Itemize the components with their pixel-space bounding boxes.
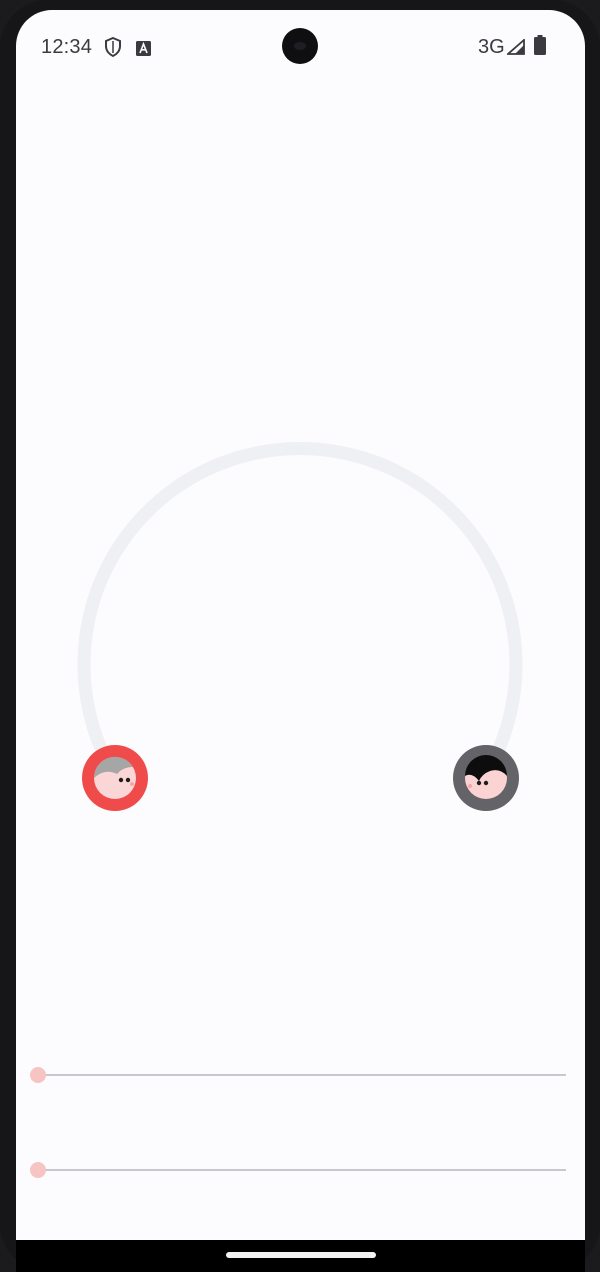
slider-1-track xyxy=(38,1074,566,1076)
slider-2-track xyxy=(38,1169,566,1171)
front-camera xyxy=(282,28,318,64)
right-avatar-handle[interactable] xyxy=(453,745,519,811)
slider-1-thumb[interactable] xyxy=(30,1067,46,1083)
home-indicator[interactable] xyxy=(226,1252,376,1258)
slider-2[interactable] xyxy=(30,1158,566,1182)
main-content xyxy=(16,82,585,1240)
screen: 12:34 3G xyxy=(16,10,585,1272)
slider-2-thumb[interactable] xyxy=(30,1162,46,1178)
battery-icon xyxy=(534,35,546,61)
status-bar: 12:34 3G xyxy=(16,10,585,82)
network-type: 3G xyxy=(478,36,505,58)
gesture-nav-bar xyxy=(16,1240,585,1272)
shield-icon xyxy=(104,36,122,63)
status-time: 12:34 xyxy=(41,36,93,58)
signal-icon xyxy=(505,38,525,61)
left-avatar-handle[interactable] xyxy=(82,745,148,811)
arc-track xyxy=(77,442,523,783)
text-a-icon xyxy=(136,39,151,62)
phone-frame: 12:34 3G xyxy=(0,0,600,1272)
slider-1[interactable] xyxy=(30,1063,566,1087)
